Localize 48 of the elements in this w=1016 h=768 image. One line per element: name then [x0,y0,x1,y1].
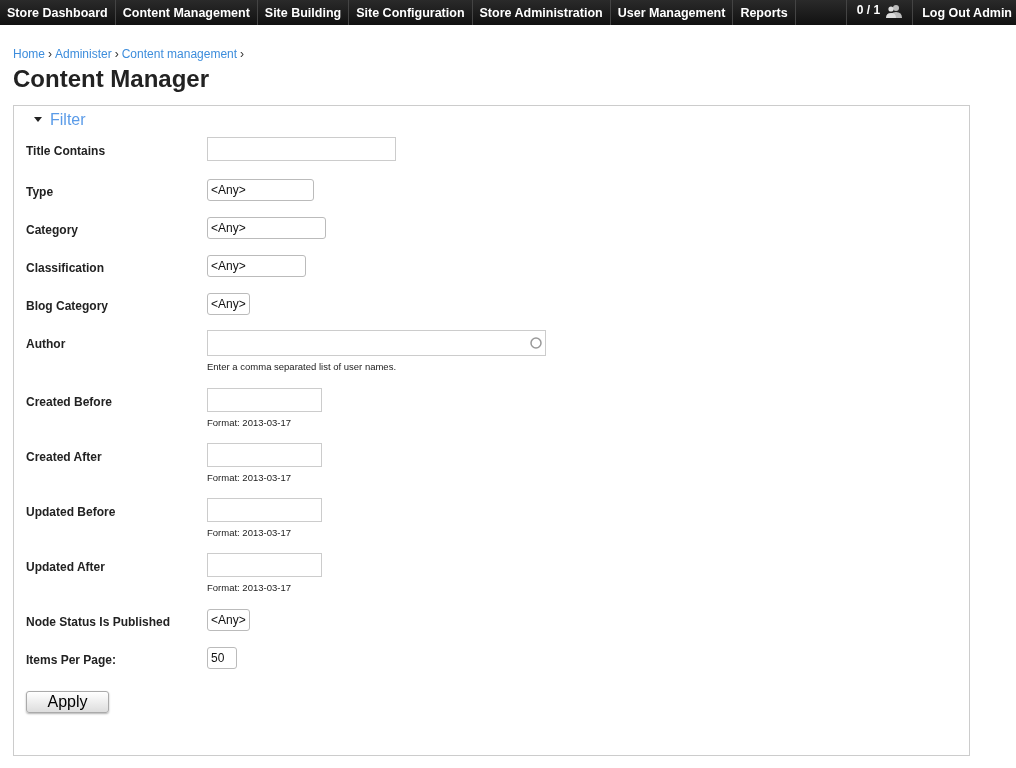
breadcrumb-separator: › [240,47,245,61]
nav-item[interactable]: Store Dashboard [0,0,116,25]
nav-item[interactable]: Content Management [115,0,258,25]
field-description: Format: 2013-03-17 [207,417,291,428]
nav-item[interactable]: Store Administration [472,0,611,25]
field-description: Enter a comma separated list of user names. [207,361,397,372]
nav-item[interactable]: Site Building [257,0,350,25]
nav-item[interactable]: Reports [733,0,796,25]
text-input[interactable] [207,137,396,161]
breadcrumb-link[interactable]: Administer [55,47,112,61]
logout-link[interactable]: Log Out Admin [912,0,1016,25]
select-dropdown[interactable]: 50 [207,647,237,669]
users-count: 0 / 1 [845,0,885,25]
autocomplete-input[interactable] [207,330,546,356]
select-dropdown[interactable]: <Any> [207,217,326,239]
field-label: Title Contains [26,143,107,158]
field-label: Author [26,336,67,351]
breadcrumb-separator: › [114,47,119,61]
field-description: Format: 2013-03-17 [207,582,291,593]
field-label: Updated After [26,559,106,574]
users-icon [886,3,903,18]
collapse-triangle-icon[interactable] [34,117,42,123]
breadcrumb-link[interactable]: Content management [121,47,238,61]
select-dropdown[interactable]: <Any> [207,255,306,277]
field-label: Node Status Is Published [26,614,172,629]
field-label: Blog Category [26,298,109,313]
circle-icon [530,337,542,349]
page-title: Content Manager [13,65,210,93]
field-description: Format: 2013-03-17 [207,472,291,483]
apply-button[interactable]: Apply [26,691,109,713]
date-input[interactable] [207,553,322,577]
field-label: Items Per Page: [26,652,118,667]
field-description: Format: 2013-03-17 [207,527,291,538]
field-label: Classification [26,260,106,275]
field-label: Created After [26,449,103,464]
date-input[interactable] [207,388,322,412]
date-input[interactable] [207,498,322,522]
date-input[interactable] [207,443,322,467]
field-label: Updated Before [26,504,117,519]
select-dropdown[interactable]: <Any> [207,609,250,631]
nav-item[interactable]: Site Configuration [349,0,473,25]
select-dropdown[interactable]: <Any> [207,179,314,201]
field-label: Created Before [26,394,114,409]
field-label: Type [26,184,55,199]
nav-item[interactable]: User Management [610,0,734,25]
select-dropdown[interactable]: <Any> [207,293,250,315]
breadcrumb-separator: › [48,47,52,61]
field-label: Category [26,222,79,237]
